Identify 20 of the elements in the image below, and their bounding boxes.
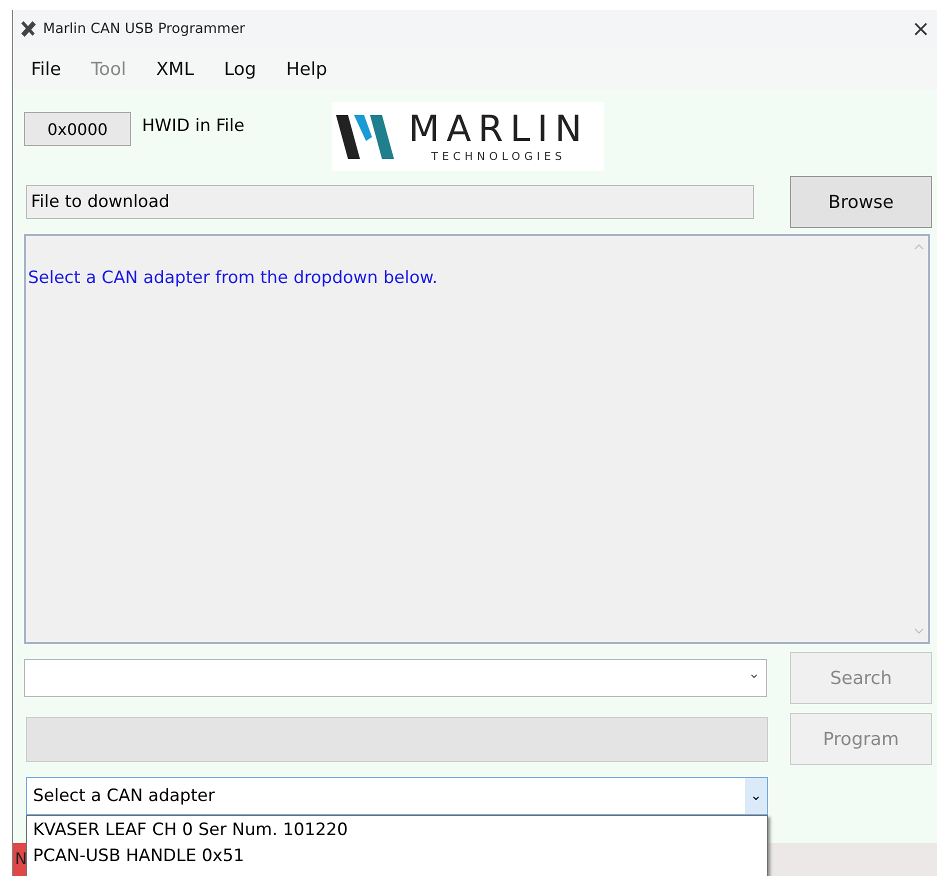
browse-button[interactable]: Browse (790, 176, 932, 228)
dropdown-option[interactable]: PCAN-USB HANDLE 0x51 (27, 842, 767, 868)
menu-item[interactable]: File (31, 58, 62, 80)
hwid-value: 0x0000 (24, 112, 131, 146)
logo-name: MARLIN (408, 110, 589, 150)
menu-item[interactable]: Help (286, 58, 328, 80)
scroll-up-icon[interactable] (914, 244, 924, 250)
scroll-down-icon[interactable] (914, 628, 924, 634)
tools-icon (19, 20, 37, 38)
log-message: Select a CAN adapter from the dropdown below. (28, 268, 438, 288)
menu-item[interactable]: Log (224, 58, 256, 80)
adapter-dropdown[interactable]: Select a CAN adapter ⌄ (26, 777, 768, 815)
menu-item[interactable]: XML (156, 58, 194, 80)
dropdown-option[interactable]: KVASER LEAF CH 0 Ser Num. 101220 (27, 816, 767, 842)
logo-tagline: TECHNOLOGIES (431, 150, 566, 163)
close-button[interactable]: × (912, 16, 930, 42)
file-field[interactable]: File to download (26, 185, 754, 219)
device-dropdown[interactable]: ⌄ (24, 659, 767, 697)
window-title: Marlin CAN USB Programmer (43, 21, 246, 37)
hwid-label: HWID in File (142, 116, 244, 136)
